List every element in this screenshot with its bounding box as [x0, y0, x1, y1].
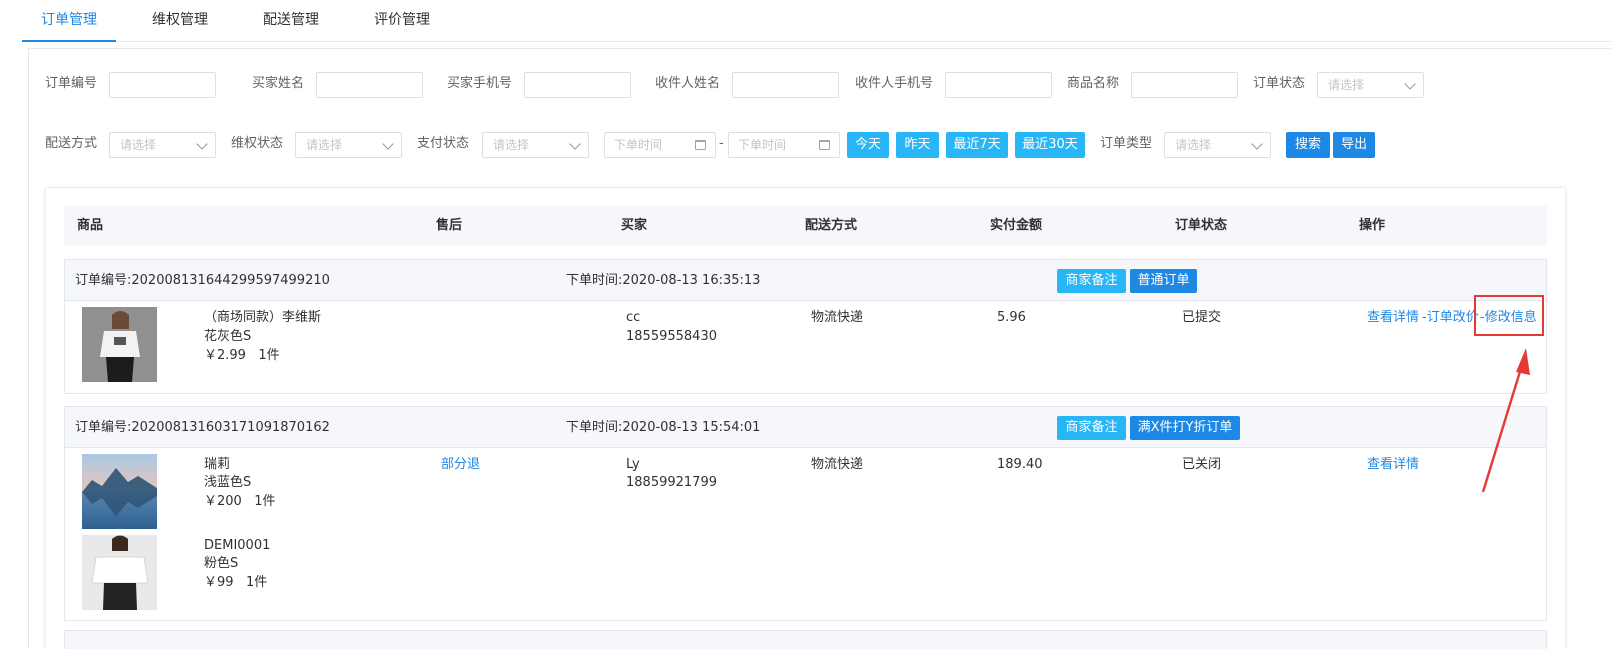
- annotation-arrow: [1481, 348, 1530, 493]
